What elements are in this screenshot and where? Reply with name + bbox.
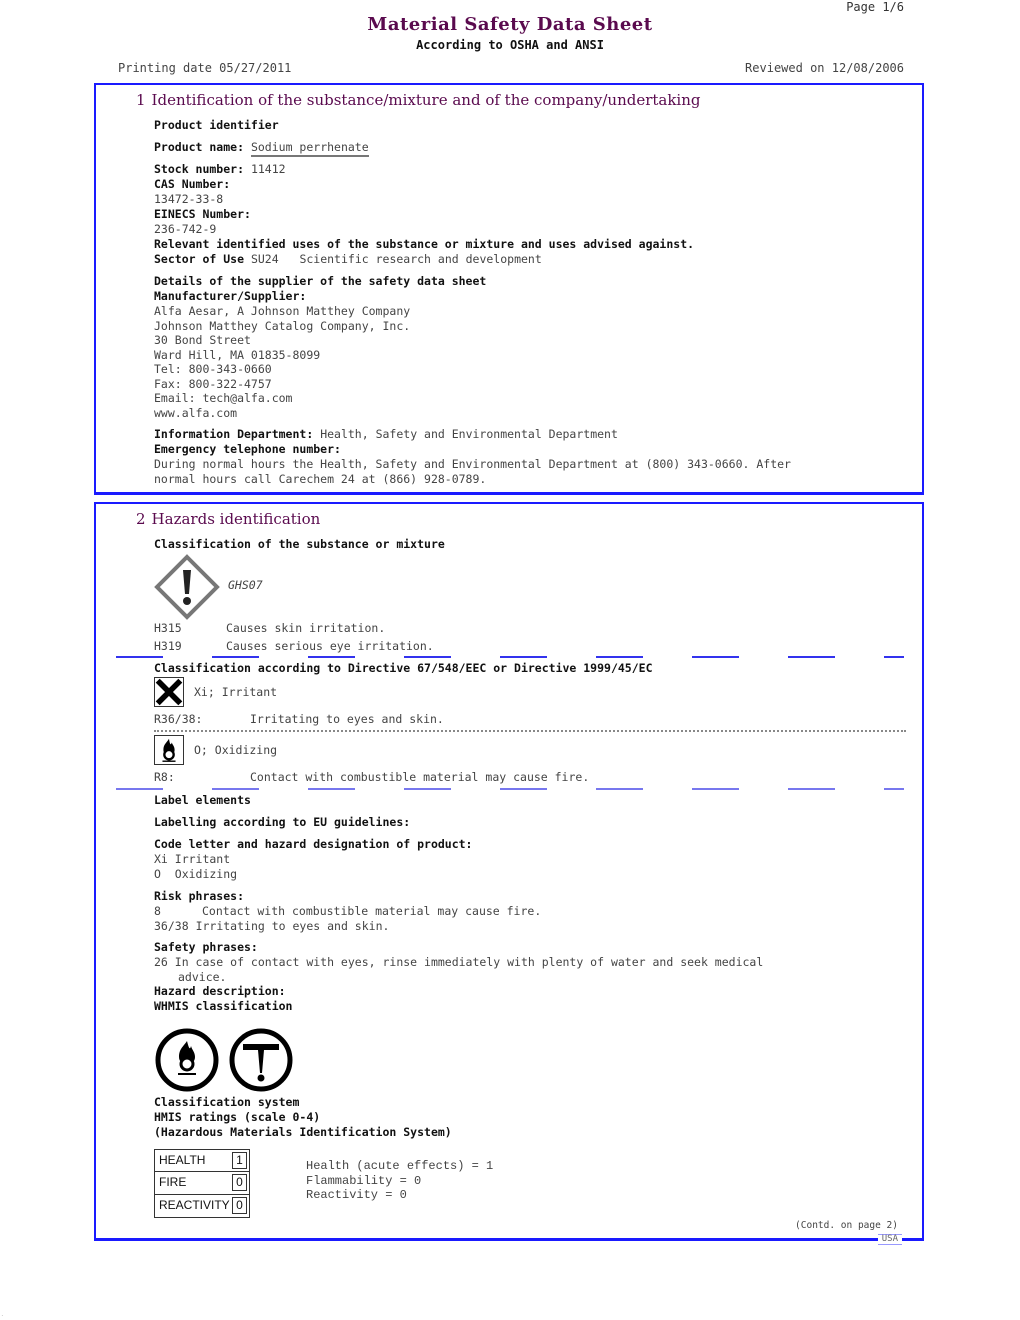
whmis-oxidizing-icon [155, 1028, 219, 1092]
hmis-flammability-text: Flammability = 0 [306, 1173, 422, 1188]
section-identification: 1 Identification of the substance/mixture… [94, 83, 924, 495]
code-letter: Xi Irritant [154, 852, 231, 866]
safety-phrases-heading: Safety phrases: [154, 940, 258, 954]
page-number: Page 1/6 [846, 0, 904, 14]
irritant-x-icon [154, 677, 184, 707]
product-name: Sodium perrhenate [250, 140, 369, 157]
product-name-row: Product name: Sodium perrhenate [154, 140, 369, 157]
continued-note: (Contd. on page 2) [795, 1220, 898, 1231]
uses-heading: Relevant identified uses of the substanc… [154, 237, 695, 251]
hmis-heading: HMIS ratings (scale 0-4) [154, 1110, 321, 1124]
risk-phrases-heading: Risk phrases: [154, 889, 245, 903]
corner-mark: . [1, 1312, 4, 1317]
h-statement: H315 Causes skin irritation. [154, 621, 386, 635]
manufacturer-label: Manufacturer/Supplier: [154, 289, 307, 303]
section-hazards: 2 Hazards identification Classification o… [94, 502, 924, 1245]
info-department-row: Information Department: Health, Safety a… [154, 427, 618, 441]
stock-number-row: Stock number: 11412 [154, 162, 286, 176]
cas-number: 13472-33-8 [154, 192, 224, 206]
eu-class-label: Xi; Irritant [194, 685, 278, 699]
section-1-heading: 1 Identification of the substance/mixture… [136, 91, 701, 109]
r-phrase: R36/38: Irritating to eyes and skin. [154, 712, 444, 726]
region-label: USA [877, 1234, 902, 1245]
ghs-code: GHS07 [228, 578, 263, 592]
hmis-value: 0 [232, 1174, 247, 1191]
email: Email: tech@alfa.com [154, 391, 293, 405]
hazard-description-heading: Hazard description: [154, 984, 286, 998]
phone: Tel: 800-343-0660 [154, 362, 272, 376]
classification-system-heading: Classification system [154, 1095, 300, 1109]
emergency-text: normal hours call Carechem 24 at (866) 9… [154, 471, 487, 486]
emergency-text: During normal hours the Health, Safety a… [154, 457, 791, 471]
hmis-row-reactivity: REACTIVITY 0 [154, 1195, 250, 1218]
hmis-row-fire: FIRE 0 [154, 1172, 250, 1195]
safety-phrase: 26 In case of contact with eyes, rinse i… [154, 955, 764, 969]
labelling-eu-heading: Labelling according to EU guidelines: [154, 815, 411, 829]
code-letter: O Oxidizing [154, 866, 238, 881]
sector-of-use-row: Sector of Use SU24 Scientific research a… [154, 252, 542, 266]
reviewed-date: Reviewed on 12/08/2006 [745, 61, 904, 75]
r-phrase: R8: Contact with combustible material ma… [154, 770, 590, 784]
hmis-health-text: Health (acute effects) = 1 [306, 1159, 494, 1173]
label-elements-heading: Label elements [154, 793, 251, 807]
einecs-label: EINECS Number: [154, 207, 251, 221]
section-divider [116, 656, 906, 658]
hmis-value: 1 [232, 1152, 247, 1169]
eu-class-label: O; Oxidizing [194, 743, 278, 757]
address-line: Ward Hill, MA 01835-8099 [154, 347, 321, 362]
address-line: Alfa Aesar, A Johnson Matthey Company [154, 304, 411, 318]
fax: Fax: 800-322-4757 [154, 376, 272, 391]
safety-phrase: advice. [178, 969, 227, 984]
address-line: 30 Bond Street [154, 333, 251, 347]
hmis-rating-table: HEALTH 1 FIRE 0 REACTIVITY 0 [154, 1149, 250, 1218]
exclamation-diamond-icon [154, 554, 220, 620]
hmis-row-health: HEALTH 1 [154, 1149, 250, 1172]
hmis-value: 0 [232, 1197, 247, 1214]
printing-date: Printing date 05/27/2011 [118, 61, 292, 75]
section-divider [116, 788, 906, 790]
oxidizing-flame-icon [154, 735, 184, 765]
supplier-heading: Details of the supplier of the safety da… [154, 274, 487, 288]
einecs-number: 236-742-9 [154, 222, 217, 236]
code-letter-heading: Code letter and hazard designation of pr… [154, 837, 473, 851]
cas-label: CAS Number: [154, 177, 231, 191]
section-2-heading: 2 Hazards identification [136, 510, 321, 528]
whmis-toxic-icon [229, 1028, 293, 1092]
directive-heading: Classification according to Directive 67… [154, 661, 653, 675]
risk-phrase: 36/38 Irritating to eyes and skin. [154, 918, 390, 933]
hmis-subheading: (Hazardous Materials Identification Syst… [154, 1125, 452, 1139]
product-identifier-heading: Product identifier [154, 118, 279, 132]
document-subtitle: According to OSHA and ANSI [416, 38, 604, 52]
classification-heading: Classification of the substance or mixtu… [154, 537, 445, 551]
document-title: Material Safety Data Sheet [367, 14, 653, 35]
website: www.alfa.com [154, 405, 238, 420]
address-line: Johnson Matthey Catalog Company, Inc. [154, 318, 411, 333]
h-statement: H319 Causes serious eye irritation. [154, 639, 434, 653]
emergency-label: Emergency telephone number: [154, 442, 341, 456]
risk-phrase: 8 Contact with combustible material may … [154, 904, 542, 918]
stock-number: 11412 [250, 162, 286, 176]
hmis-reactivity-text: Reactivity = 0 [306, 1188, 407, 1202]
dotted-divider [154, 730, 906, 734]
whmis-heading: WHMIS classification [154, 999, 293, 1013]
